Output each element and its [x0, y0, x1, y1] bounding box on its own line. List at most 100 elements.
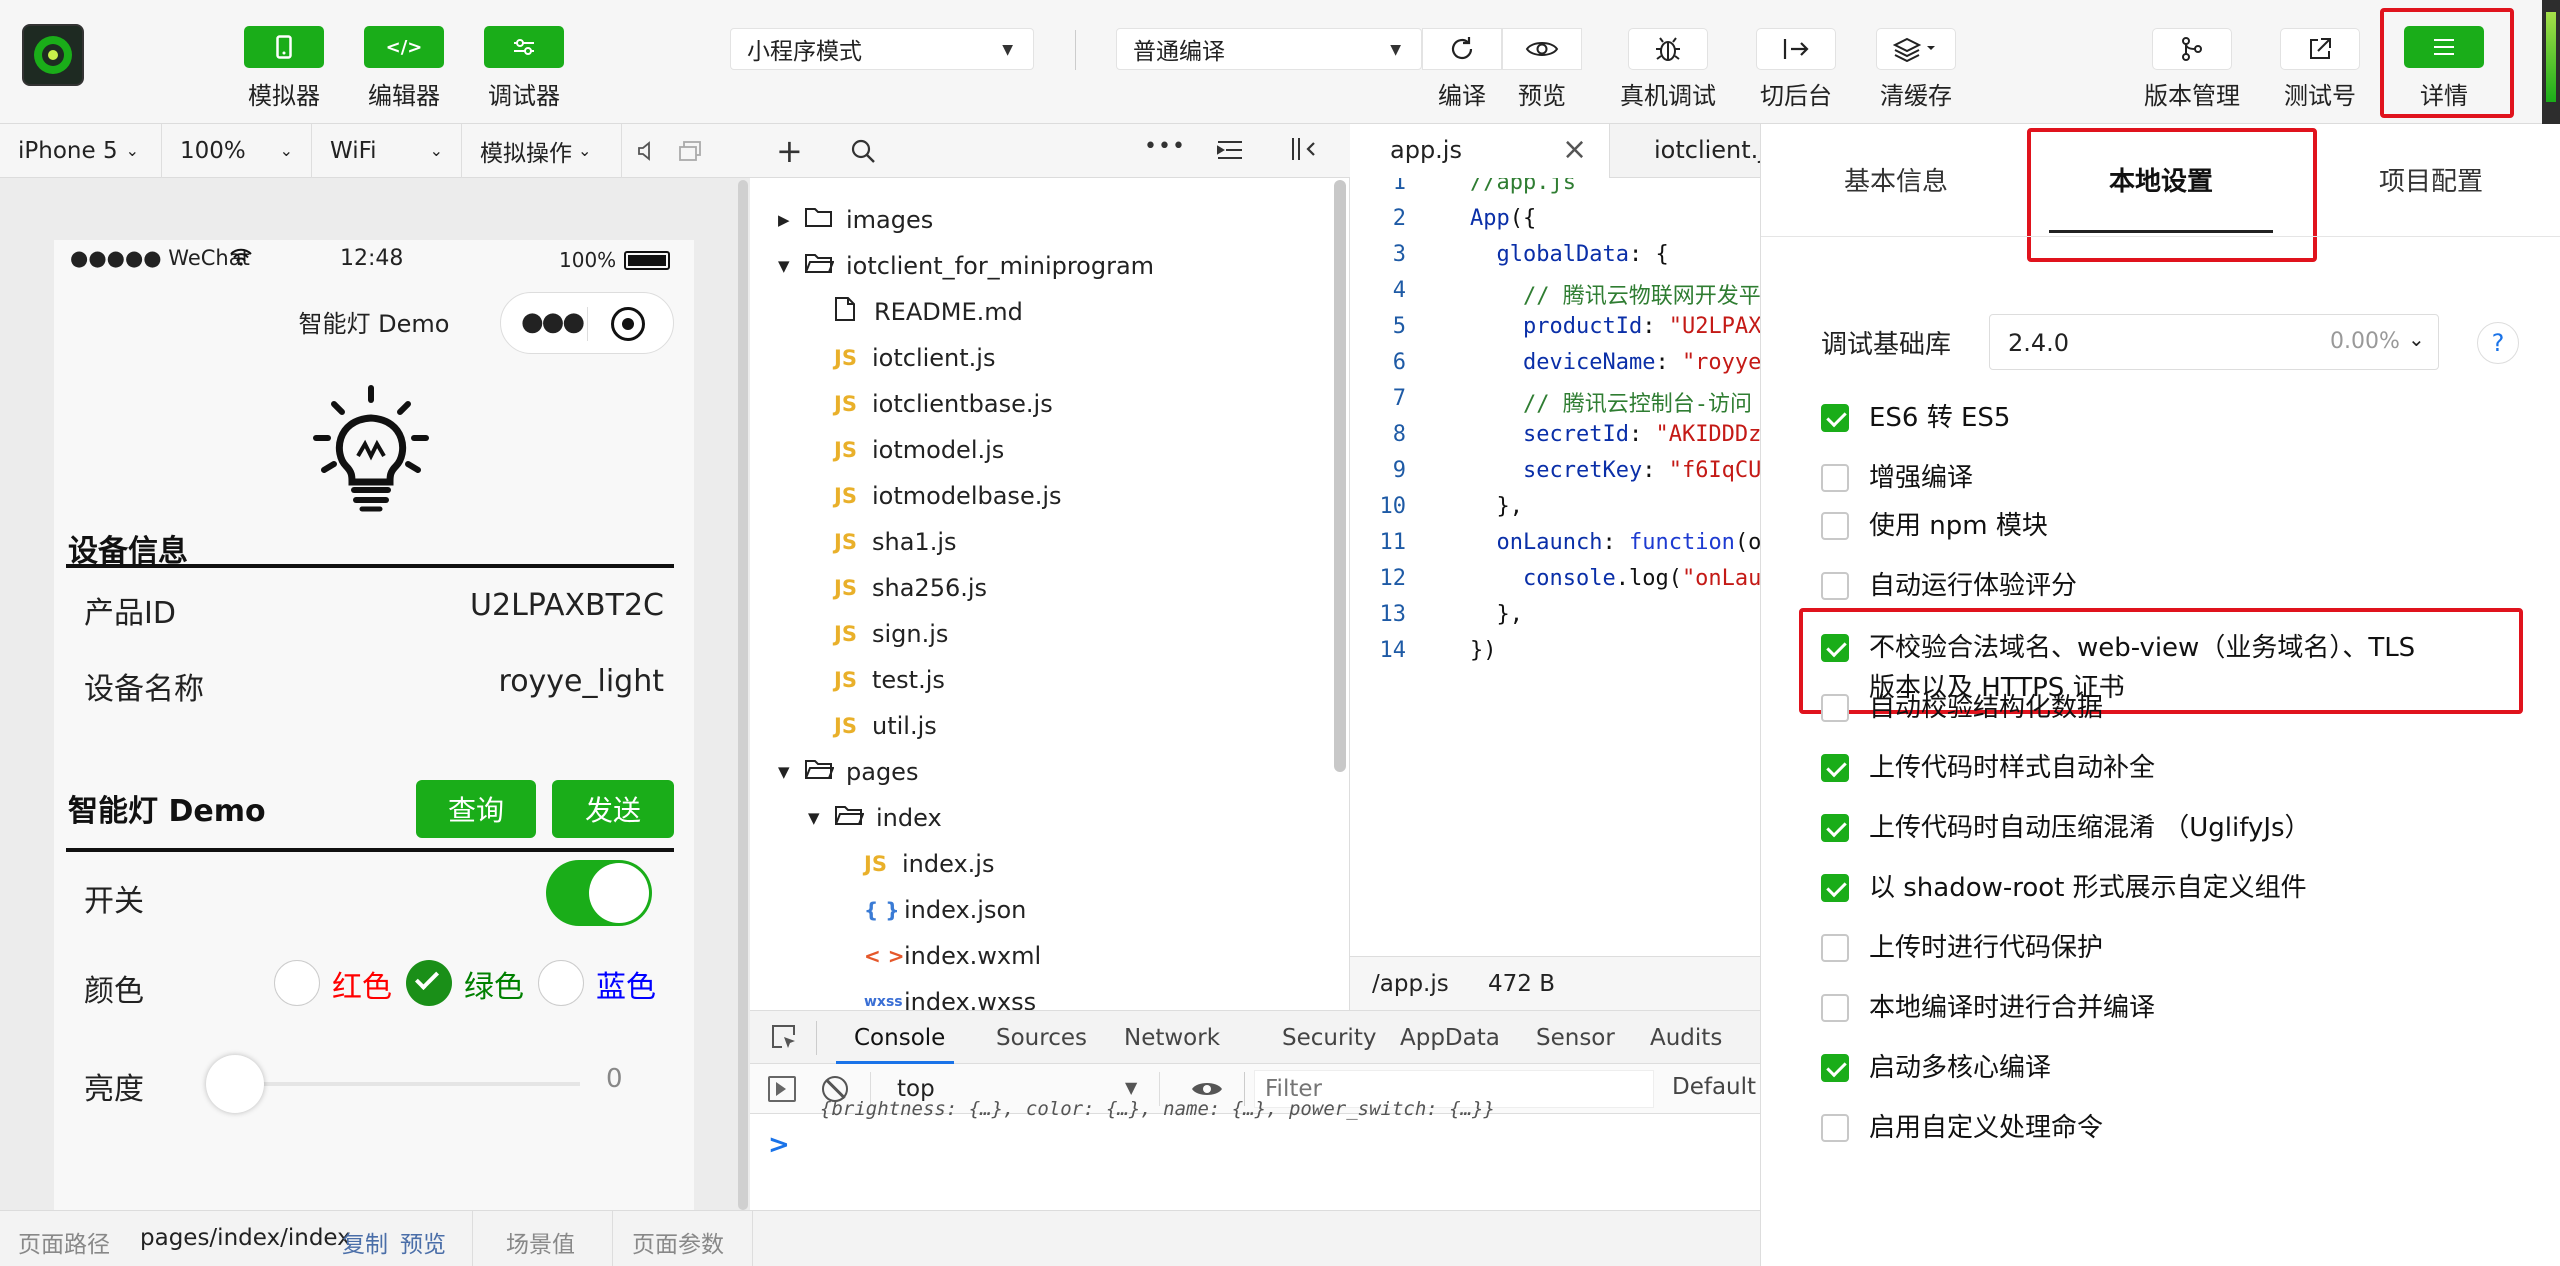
sidebar-toggle-icon[interactable] [768, 1076, 796, 1102]
checkbox[interactable] [1821, 1054, 1849, 1082]
devtools-tab-appdata[interactable]: AppData [1400, 1025, 1500, 1051]
tree-item[interactable]: { } index.json [864, 890, 1026, 930]
more-dots-icon[interactable]: ●●● [521, 307, 585, 337]
help-icon[interactable]: ? [2477, 322, 2519, 364]
tab-project-config[interactable]: 项目配置 [2301, 124, 2560, 234]
compile-select[interactable]: 普通编译 ▼ [1116, 28, 1422, 70]
caret-down-icon[interactable]: ▼ [778, 763, 804, 781]
search-icon[interactable] [850, 138, 876, 168]
tree-item[interactable]: JS util.js [834, 706, 937, 746]
devtools-tab-network[interactable]: Network [1124, 1025, 1220, 1051]
simulator-toggle[interactable] [244, 26, 324, 68]
devtools-tab-sources[interactable]: Sources [996, 1025, 1087, 1051]
checkbox[interactable] [1821, 1114, 1849, 1142]
console-prompt[interactable]: > [768, 1130, 790, 1160]
tree-item[interactable]: < > index.wxml [864, 936, 1041, 976]
color-radio-green[interactable] [406, 960, 452, 1006]
toggle-panel-icon[interactable] [1290, 136, 1318, 166]
tree-item-label: iotmodel.js [872, 436, 1005, 464]
tab-iotclient-js[interactable]: iotclient.js [1610, 124, 1760, 178]
caret-down-icon[interactable]: ▼ [778, 257, 804, 275]
tree-item[interactable]: ▼ pages [778, 752, 918, 792]
mute-button[interactable] [622, 124, 672, 178]
close-miniprogram-icon[interactable] [611, 307, 645, 341]
checkbox[interactable] [1821, 694, 1849, 722]
copy-path-link[interactable]: 复制 [342, 1225, 388, 1259]
checkbox[interactable] [1821, 814, 1849, 842]
capsule-menu[interactable]: ●●● [500, 292, 674, 354]
checkbox[interactable] [1821, 464, 1849, 492]
tree-item[interactable]: JS sha1.js [834, 522, 957, 562]
scene-value-button[interactable]: 场景值 [506, 1225, 575, 1259]
file-tree-scrollbar[interactable] [1334, 180, 1346, 772]
preview-path-link[interactable]: 预览 [400, 1225, 446, 1259]
tab-app-js[interactable]: app.js × [1350, 124, 1610, 178]
send-button[interactable]: 发送 [552, 780, 674, 838]
window-button[interactable] [672, 124, 708, 178]
caret-down-icon[interactable]: ▼ [808, 809, 834, 827]
color-radio-blue[interactable] [538, 960, 584, 1006]
checkbox[interactable] [1821, 572, 1849, 600]
compile-button[interactable] [1422, 28, 1502, 70]
collapse-all-icon[interactable] [1216, 138, 1244, 166]
line-number: 8 [1392, 422, 1406, 447]
devtools-tab-security[interactable]: Security [1282, 1025, 1376, 1051]
checkbox[interactable] [1821, 404, 1849, 432]
clear-cache-button[interactable] [1876, 28, 1956, 70]
tree-item[interactable]: JS iotmodel.js [834, 430, 1004, 470]
network-select[interactable]: WiFi ⌄ [312, 123, 462, 178]
brightness-slider-thumb[interactable] [206, 1055, 264, 1113]
details-button[interactable] [2404, 26, 2484, 68]
test-account-button[interactable] [2280, 28, 2360, 70]
checkbox[interactable] [1821, 754, 1849, 782]
tree-item[interactable]: JS test.js [834, 660, 945, 700]
divider [66, 848, 674, 852]
simulate-ops-select[interactable]: 模拟操作 ⌄ [462, 123, 622, 178]
checkbox[interactable] [1821, 512, 1849, 540]
checkbox[interactable] [1821, 934, 1849, 962]
inspect-icon[interactable] [770, 1023, 798, 1057]
close-icon[interactable]: × [1562, 132, 1587, 167]
tree-item[interactable]: README.md [834, 292, 1023, 332]
tree-item[interactable]: wxss index.wxss [864, 982, 1036, 1010]
tree-item[interactable]: JS index.js [864, 844, 994, 884]
debugger-toggle[interactable] [484, 26, 564, 68]
add-file-icon[interactable]: + [776, 132, 803, 170]
device-select[interactable]: iPhone 5 ⌄ [0, 123, 162, 178]
log-level-select[interactable]: Default [1672, 1074, 1756, 1100]
preview-button[interactable] [1502, 28, 1582, 70]
code-editor[interactable]: 1 //app.js 2 App({3 globalData: {4 // 腾讯云物联… [1350, 178, 1760, 956]
simulator-scrollbar[interactable] [738, 180, 748, 1210]
background-button[interactable] [1756, 28, 1836, 70]
tree-item[interactable]: JS sign.js [834, 614, 948, 654]
tree-item[interactable]: ▼ index [808, 798, 942, 838]
tree-item[interactable]: JS sha256.js [834, 568, 987, 608]
brightness-slider-track[interactable] [234, 1082, 580, 1086]
tree-item[interactable]: JS iotmodelbase.js [834, 476, 1062, 516]
checkbox[interactable] [1821, 634, 1849, 662]
more-icon[interactable]: ••• [1144, 134, 1186, 159]
color-radio-red[interactable] [274, 960, 320, 1006]
tree-item[interactable]: ▼ iotclient_for_miniprogram [778, 246, 1154, 286]
tree-item[interactable]: JS iotclient.js [834, 338, 995, 378]
devtools-tab-console[interactable]: Console [854, 1025, 945, 1051]
power-switch[interactable] [546, 860, 652, 926]
editor-toggle[interactable]: </> [364, 26, 444, 68]
version-button[interactable] [2152, 28, 2232, 70]
caret-right-icon[interactable]: ▶ [778, 211, 804, 229]
zoom-select[interactable]: 100% ⌄ [162, 123, 312, 178]
mode-select[interactable]: 小程序模式 ▼ [730, 28, 1034, 70]
tree-item[interactable]: ▶ images [778, 200, 933, 240]
checkbox[interactable] [1821, 874, 1849, 902]
lib-version-select[interactable]: 2.4.0 0.00% ⌄ [1989, 314, 2439, 370]
devtools-tab-audits[interactable]: Audits [1650, 1025, 1722, 1051]
page-path-value: pages/index/index [140, 1225, 351, 1251]
remote-debug-button[interactable] [1628, 28, 1708, 70]
menu-icon [2434, 39, 2454, 55]
checkbox[interactable] [1821, 994, 1849, 1022]
query-button[interactable]: 查询 [416, 780, 536, 838]
devtools-tab-sensor[interactable]: Sensor [1536, 1025, 1615, 1051]
page-params-button[interactable]: 页面参数 [632, 1225, 724, 1259]
tab-basic-info[interactable]: 基本信息 [1761, 124, 2031, 234]
tree-item[interactable]: JS iotclientbase.js [834, 384, 1053, 424]
